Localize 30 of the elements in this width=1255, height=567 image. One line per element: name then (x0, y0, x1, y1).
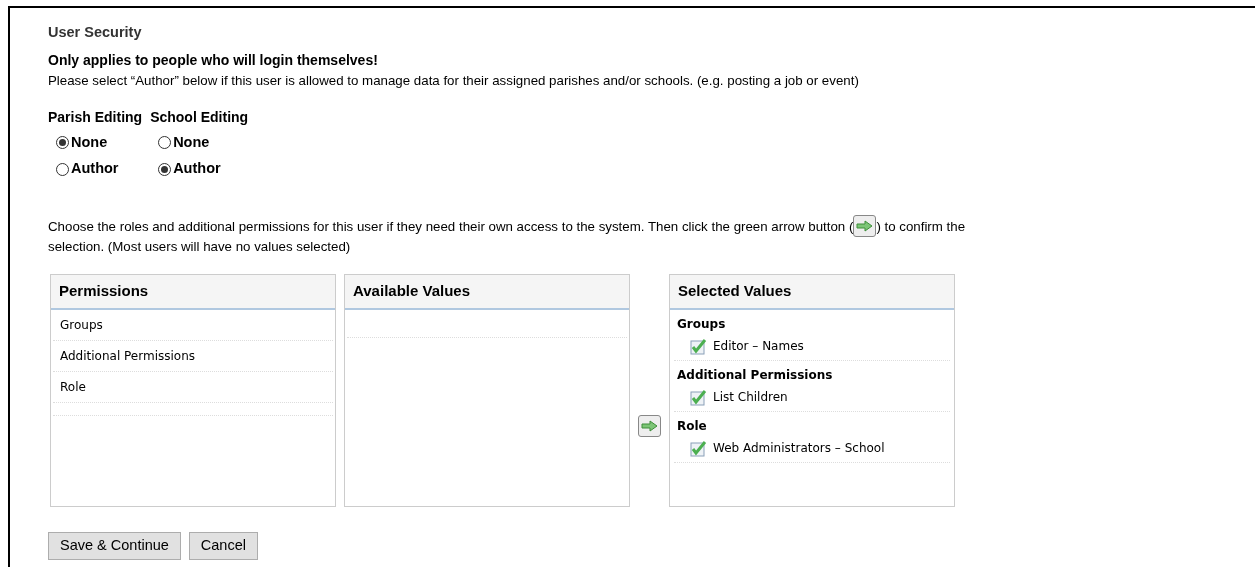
section-title: User Security (48, 23, 143, 42)
instructions-text: Choose the roles and additional permissions for this user if they need their own access to the system. Then click the green arrow button ( (48, 218, 854, 237)
instructions-text: ) to confirm the (876, 218, 966, 237)
save-button[interactable]: Save & Continue (48, 532, 181, 560)
checkbox-icon[interactable] (690, 336, 707, 355)
radio-option[interactable]: None (158, 131, 249, 154)
group-label: Groups (676, 315, 727, 333)
panel-heading: Selected Values (670, 275, 954, 310)
group-label: Additional Permissions (676, 366, 834, 384)
arrow-button[interactable] (638, 414, 661, 437)
checkbox-icon[interactable] (690, 387, 707, 406)
cancel-button[interactable]: Cancel (188, 532, 258, 560)
radio-option[interactable]: Author (158, 158, 249, 181)
list-item: List Children (713, 388, 788, 406)
radio-option[interactable]: None (56, 131, 143, 154)
column-heading: Parish Editing (48, 107, 143, 127)
column-heading: School Editing (150, 107, 249, 127)
note-text: Please select “Author” below if this user is allowed to manage data for their assigned parishes and/or schools. (e.g. posting a job or event) (48, 71, 860, 90)
warning-text: Only applies to people who will login themselves! (48, 50, 379, 70)
list-item: Web Administrators – School (713, 439, 885, 457)
list-item[interactable]: Groups (53, 309, 333, 341)
list-item: Editor – Names (713, 337, 804, 355)
panel-heading: Available Values (345, 275, 629, 310)
checkbox-icon[interactable] (690, 438, 707, 457)
instructions-text: selection. (Most users will have no values selected) (48, 238, 351, 257)
group-label: Role (676, 417, 708, 435)
list-item[interactable]: Additional Permissions (53, 340, 333, 372)
radio-option[interactable]: Author (56, 158, 143, 181)
panel-heading: Permissions (51, 275, 335, 310)
list-item[interactable]: Role (53, 371, 333, 403)
